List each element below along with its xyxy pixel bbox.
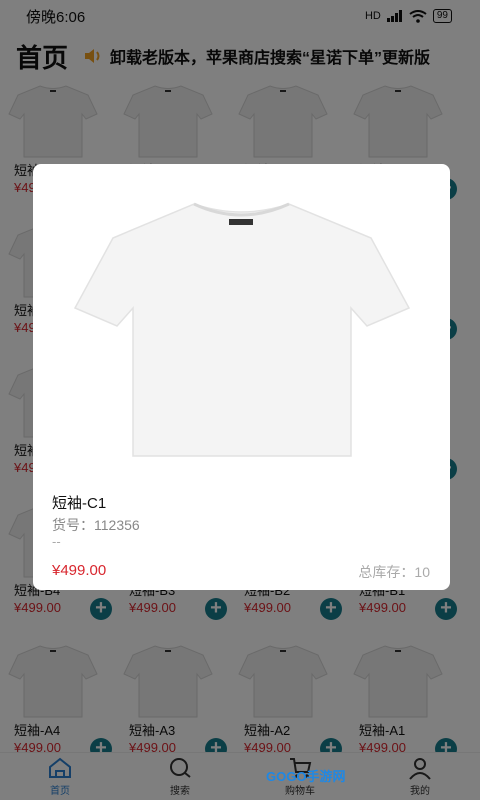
watermark-logo: GOGO手游网	[266, 769, 346, 784]
modal-total-stock: 总库存：10	[358, 564, 430, 580]
modal-product-name: 短袖-C1	[52, 495, 107, 512]
tshirt-image	[73, 202, 411, 457]
modal-product-note: --	[52, 534, 61, 549]
modal-product-price: ¥499.00	[52, 562, 107, 579]
product-detail-modal: 短袖-C1 货号：112356 -- ¥499.00 总库存：10	[33, 164, 450, 590]
modal-product-code: 货号：112356	[52, 517, 140, 533]
